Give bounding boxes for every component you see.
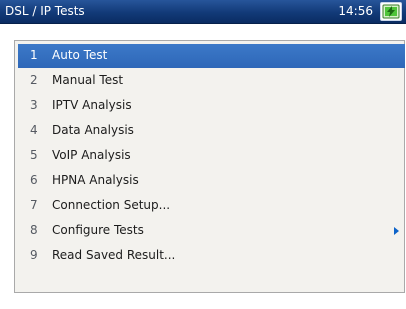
menu-item-label: Configure Tests <box>52 223 144 237</box>
window-title: DSL / IP Tests <box>5 4 85 18</box>
menu-item-iptv-analysis[interactable]: 3 IPTV Analysis <box>18 94 405 118</box>
menu-item-connection-setup[interactable]: 7 Connection Setup... <box>18 194 405 218</box>
menu-item-number: 8 <box>30 223 38 237</box>
clock: 14:56 <box>338 4 373 18</box>
menu-item-number: 6 <box>30 173 38 187</box>
menu-item-number: 7 <box>30 198 38 212</box>
menu-item-number: 1 <box>30 48 38 62</box>
main-content: 1 Auto Test 2 Manual Test 3 IPTV Analysi… <box>0 24 406 309</box>
menu-item-data-analysis[interactable]: 4 Data Analysis <box>18 119 405 143</box>
battery-charging-icon <box>380 2 402 21</box>
menu-item-label: Connection Setup... <box>52 198 171 212</box>
menu-item-label: Read Saved Result... <box>52 248 176 262</box>
menu-item-read-saved-result[interactable]: 9 Read Saved Result... <box>18 244 405 268</box>
menu-item-number: 4 <box>30 123 38 137</box>
menu-item-label: Data Analysis <box>52 123 134 137</box>
test-menu: 1 Auto Test 2 Manual Test 3 IPTV Analysi… <box>14 40 405 293</box>
menu-item-number: 5 <box>30 148 38 162</box>
menu-item-label: VoIP Analysis <box>52 148 131 162</box>
menu-item-label: HPNA Analysis <box>52 173 139 187</box>
menu-item-label: IPTV Analysis <box>52 98 132 112</box>
menu-item-configure-tests[interactable]: 8 Configure Tests <box>18 219 405 243</box>
menu-item-label: Auto Test <box>52 48 108 62</box>
menu-item-number: 3 <box>30 98 38 112</box>
menu-item-manual-test[interactable]: 2 Manual Test <box>18 69 405 93</box>
chevron-right-icon <box>394 227 399 235</box>
title-bar: DSL / IP Tests 14:56 <box>0 0 406 24</box>
menu-item-label: Manual Test <box>52 73 124 87</box>
menu-item-number: 2 <box>30 73 38 87</box>
menu-item-hpna-analysis[interactable]: 6 HPNA Analysis <box>18 169 405 193</box>
menu-item-voip-analysis[interactable]: 5 VoIP Analysis <box>18 144 405 168</box>
menu-item-number: 9 <box>30 248 38 262</box>
menu-item-auto-test[interactable]: 1 Auto Test <box>18 44 405 68</box>
